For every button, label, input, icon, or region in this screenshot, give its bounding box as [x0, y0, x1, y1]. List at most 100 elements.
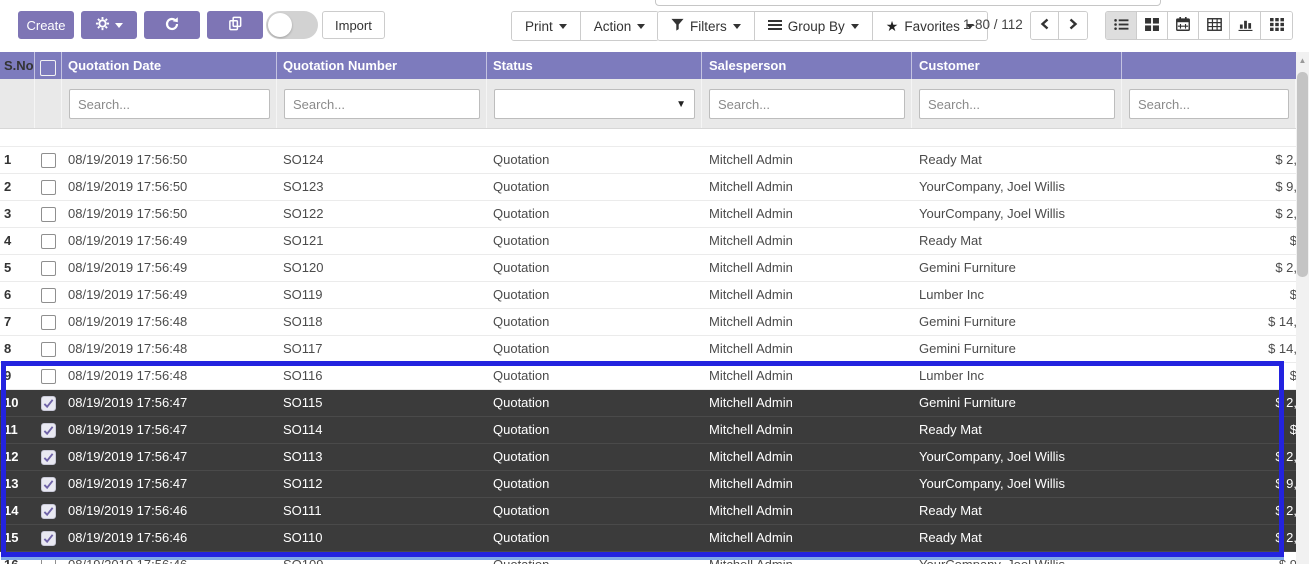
header-sno[interactable]: S.No [0, 52, 35, 79]
customer-cell: Ready Mat [912, 228, 1122, 254]
row-checkbox[interactable] [41, 504, 56, 519]
list-view-button[interactable] [1106, 12, 1137, 39]
customer-filter-input[interactable] [919, 89, 1115, 119]
salesperson-cell: Mitchell Admin [702, 147, 912, 173]
status-filter-select[interactable]: ▼ [494, 89, 695, 119]
quotation-number-filter-input[interactable] [284, 89, 480, 119]
check-icon [43, 425, 54, 436]
grid-view-button[interactable] [1261, 12, 1292, 39]
row-number: 10 [4, 395, 18, 410]
row-number: 1 [4, 152, 11, 167]
toggle-switch[interactable] [266, 11, 318, 39]
header-status[interactable]: Status [487, 52, 702, 79]
table-row[interactable]: 11 08/19/2019 17:56:47 SO114 Quotation M… [0, 417, 1296, 444]
header-salesperson[interactable]: Salesperson [702, 52, 912, 79]
row-checkbox[interactable] [41, 180, 56, 195]
quotation-date-cell: 08/19/2019 17:56:50 [62, 201, 277, 227]
table-row[interactable]: 7 08/19/2019 17:56:48 SO118 Quotation Mi… [0, 309, 1296, 336]
duplicate-button[interactable] [207, 11, 263, 39]
graph-view-icon [1238, 18, 1253, 34]
select-all-checkbox[interactable] [40, 60, 56, 76]
row-checkbox[interactable] [41, 477, 56, 492]
table-row[interactable]: 6 08/19/2019 17:56:49 SO119 Quotation Mi… [0, 282, 1296, 309]
settings-dropdown-button[interactable] [81, 11, 137, 39]
row-checkbox[interactable] [41, 423, 56, 438]
row-checkbox[interactable] [41, 558, 56, 564]
previous-page-button[interactable] [1031, 12, 1059, 39]
table-row[interactable]: 5 08/19/2019 17:56:49 SO120 Quotation Mi… [0, 255, 1296, 282]
table-row[interactable]: 12 08/19/2019 17:56:47 SO113 Quotation M… [0, 444, 1296, 471]
row-checkbox[interactable] [41, 450, 56, 465]
table-row[interactable]: 8 08/19/2019 17:56:48 SO117 Quotation Mi… [0, 336, 1296, 363]
salesperson-cell: Mitchell Admin [702, 444, 912, 470]
row-checkbox[interactable] [41, 207, 56, 222]
calendar-view-button[interactable] [1168, 12, 1199, 39]
row-checkbox[interactable] [41, 234, 56, 249]
status-cell: Quotation [487, 336, 702, 362]
print-dropdown-button[interactable]: Print [512, 12, 581, 40]
salesperson-filter-input[interactable] [709, 89, 905, 119]
row-checkbox[interactable] [41, 342, 56, 357]
customer-cell: YourCompany, Joel Willis [912, 552, 1122, 564]
quotations-list-page: Create [0, 0, 1309, 564]
row-number: 14 [4, 503, 18, 518]
quotation-number-cell: SO119 [277, 282, 487, 308]
status-cell: Quotation [487, 174, 702, 200]
row-checkbox[interactable] [41, 369, 56, 384]
customer-cell: Gemini Furniture [912, 390, 1122, 416]
row-checkbox[interactable] [41, 531, 56, 546]
kanban-view-button[interactable] [1137, 12, 1168, 39]
row-checkbox[interactable] [41, 261, 56, 276]
quotation-date-cell: 08/19/2019 17:56:49 [62, 282, 277, 308]
search-input[interactable] [655, 0, 1161, 6]
quotations-table: S.No Quotation Date Quotation Number Sta… [0, 52, 1296, 564]
header-total[interactable]: Total [1122, 52, 1296, 79]
caret-down-icon [559, 24, 567, 29]
header-quotation-date[interactable]: Quotation Date [62, 52, 277, 79]
next-page-button[interactable] [1059, 12, 1087, 39]
row-checkbox[interactable] [41, 396, 56, 411]
total-cell: $ [1122, 363, 1296, 389]
row-checkbox[interactable] [41, 153, 56, 168]
table-row[interactable]: 16 08/19/2019 17:56:46 SO109 Quotation M… [0, 552, 1296, 564]
table-row[interactable]: 3 08/19/2019 17:56:50 SO122 Quotation Mi… [0, 201, 1296, 228]
pivot-view-button[interactable] [1199, 12, 1230, 39]
table-row[interactable]: 13 08/19/2019 17:56:47 SO112 Quotation M… [0, 471, 1296, 498]
quotation-date-cell: 08/19/2019 17:56:48 [62, 363, 277, 389]
quotation-date-filter-input[interactable] [69, 89, 270, 119]
customer-cell: YourCompany, Joel Willis [912, 174, 1122, 200]
scrollbar-thumb[interactable] [1297, 72, 1308, 277]
quotation-date-cell: 08/19/2019 17:56:48 [62, 336, 277, 362]
action-dropdown-button[interactable]: Action [581, 12, 659, 40]
refresh-button[interactable] [144, 11, 200, 39]
salesperson-cell: Mitchell Admin [702, 471, 912, 497]
table-row[interactable]: 4 08/19/2019 17:56:49 SO121 Quotation Mi… [0, 228, 1296, 255]
row-checkbox[interactable] [41, 288, 56, 303]
create-button[interactable]: Create [18, 11, 74, 39]
quotation-date-cell: 08/19/2019 17:56:46 [62, 552, 277, 564]
table-row[interactable]: 2 08/19/2019 17:56:50 SO123 Quotation Mi… [0, 174, 1296, 201]
row-checkbox[interactable] [41, 315, 56, 330]
quotation-date-cell: 08/19/2019 17:56:50 [62, 174, 277, 200]
header-quotation-number[interactable]: Quotation Number [277, 52, 487, 79]
scroll-up-icon[interactable]: ▲ [1296, 55, 1309, 67]
table-row[interactable]: 1 08/19/2019 17:56:50 SO124 Quotation Mi… [0, 147, 1296, 174]
table-row[interactable]: 10 08/19/2019 17:56:47 SO115 Quotation M… [0, 390, 1296, 417]
status-cell: Quotation [487, 363, 702, 389]
table-row[interactable]: 14 08/19/2019 17:56:46 SO111 Quotation M… [0, 498, 1296, 525]
customer-cell: Lumber Inc [912, 282, 1122, 308]
total-cell: $ 2, [1122, 498, 1296, 524]
import-button[interactable]: Import [322, 11, 385, 39]
group-by-dropdown-button[interactable]: Group By [755, 12, 873, 40]
graph-view-button[interactable] [1230, 12, 1261, 39]
customer-cell: Gemini Furniture [912, 336, 1122, 362]
filters-dropdown-button[interactable]: Filters [658, 12, 755, 40]
total-filter-input[interactable] [1129, 89, 1289, 119]
vertical-scrollbar[interactable]: ▲ [1296, 52, 1309, 564]
table-row[interactable]: 15 08/19/2019 17:56:46 SO110 Quotation M… [0, 525, 1296, 552]
header-customer[interactable]: Customer [912, 52, 1122, 79]
gear-icon [95, 16, 110, 34]
table-row[interactable]: 9 08/19/2019 17:56:48 SO116 Quotation Mi… [0, 363, 1296, 390]
salesperson-cell: Mitchell Admin [702, 498, 912, 524]
quotation-number-cell: SO116 [277, 363, 487, 389]
